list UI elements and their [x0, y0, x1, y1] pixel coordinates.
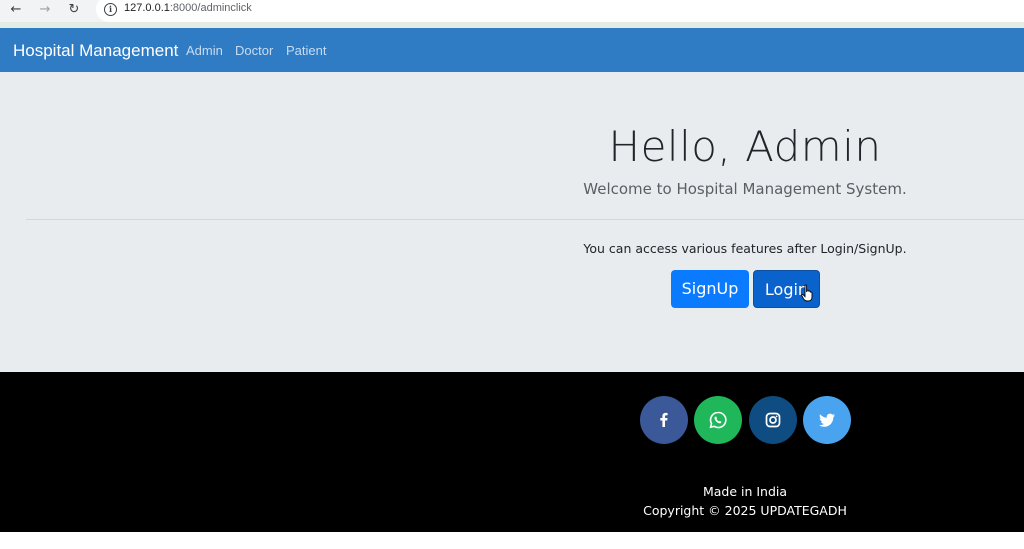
- page-subtitle: Welcome to Hospital Management System.: [583, 180, 907, 198]
- jumbotron: Hello, Admin Welcome to Hospital Managem…: [0, 72, 1024, 372]
- url-path: :8000/adminclick: [169, 2, 252, 14]
- made-in-text: Made in India: [702, 484, 788, 499]
- page-title: Hello, Admin: [608, 122, 882, 171]
- brand-link[interactable]: Hospital Management: [13, 41, 178, 61]
- url-host: 127.0.0.1: [124, 2, 170, 14]
- twitter-icon: [819, 413, 835, 427]
- whatsapp-icon: [709, 411, 727, 429]
- nav-link-doctor[interactable]: Doctor: [235, 43, 273, 58]
- facebook-icon: [660, 412, 668, 427]
- instagram-button[interactable]: [749, 396, 797, 444]
- divider: [26, 219, 1024, 220]
- instagram-icon: [765, 412, 781, 428]
- nav-link-admin[interactable]: Admin: [186, 43, 223, 58]
- whatsapp-button[interactable]: [694, 396, 742, 444]
- nav-link-patient[interactable]: Patient: [286, 43, 326, 58]
- page-bottom: [0, 532, 1024, 549]
- facebook-button[interactable]: [640, 396, 688, 444]
- back-icon[interactable]: ←: [6, 1, 26, 19]
- footer: Made in India Copyright © 2025 UPDATEGAD…: [0, 372, 1024, 532]
- app-navbar: Hospital Management Admin Doctor Patient: [0, 28, 1024, 72]
- access-note: You can access various features after Lo…: [583, 241, 907, 256]
- forward-icon[interactable]: →: [35, 1, 55, 19]
- twitter-button[interactable]: [803, 396, 851, 444]
- signup-button[interactable]: SignUp: [671, 270, 749, 308]
- site-info-icon[interactable]: i: [104, 3, 117, 16]
- copyright-text: Copyright © 2025 UPDATEGADH: [643, 503, 847, 518]
- browser-toolbar: ← → ↻ i 127.0.0.1:8000/adminclick: [0, 0, 1024, 28]
- reload-icon[interactable]: ↻: [64, 1, 84, 19]
- url-text[interactable]: 127.0.0.1:8000/adminclick: [124, 2, 252, 14]
- hand-cursor-icon: [801, 284, 813, 302]
